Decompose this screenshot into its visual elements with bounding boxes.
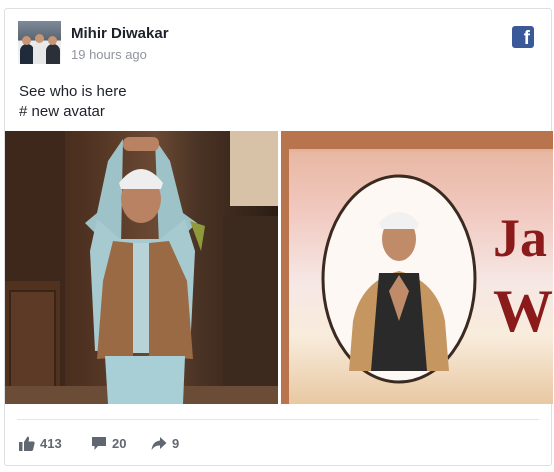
poster-text-ja: Ja (493, 208, 547, 268)
post-card: Mihir Diwakar 19 hours ago f See who is … (4, 8, 553, 466)
footer-divider (17, 419, 539, 420)
like-count[interactable]: 413 (19, 433, 62, 453)
share-count-value: 9 (172, 435, 180, 451)
photo-dhoni-cutout-icon (5, 131, 278, 404)
like-icon (19, 436, 35, 451)
author-name[interactable]: Mihir Diwakar (71, 25, 169, 42)
post-image-right[interactable]: Ja W (281, 131, 553, 404)
like-count-value: 413 (40, 435, 62, 451)
post-image-left[interactable] (5, 131, 278, 404)
comment-count-value: 20 (112, 435, 127, 451)
post-header: Mihir Diwakar 19 hours ago f (18, 21, 539, 64)
post-text: See who is here # new avatar (19, 82, 127, 122)
photo-dhoni-poster-icon: Ja W (281, 131, 553, 404)
facebook-icon[interactable]: f (512, 26, 534, 48)
avatar[interactable] (18, 21, 61, 64)
post-text-line: # new avatar (19, 103, 105, 120)
share-icon (151, 436, 167, 450)
post-text-line: See who is here (19, 83, 127, 100)
comment-icon (92, 436, 106, 450)
post-timestamp[interactable]: 19 hours ago (71, 47, 147, 62)
poster-text-w: W (493, 278, 553, 344)
post-media: Ja W (5, 131, 553, 404)
share-count[interactable]: 9 (151, 433, 179, 453)
comment-count[interactable]: 20 (91, 433, 126, 453)
